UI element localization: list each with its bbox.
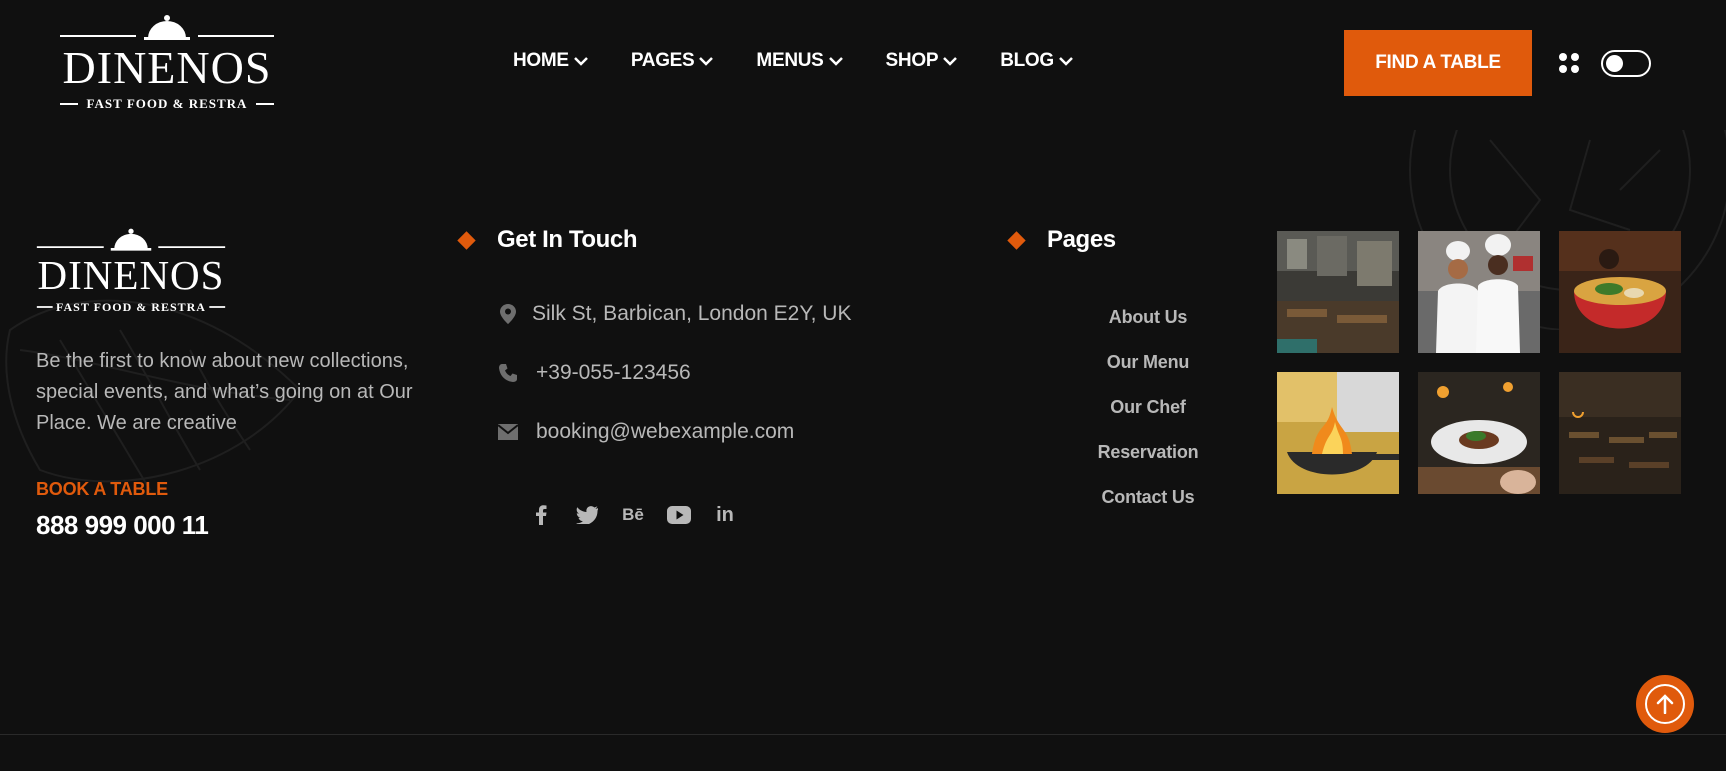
nav-label: HOME <box>513 50 569 71</box>
toggle-knob <box>1606 55 1623 72</box>
scroll-to-top-button[interactable] <box>1636 675 1694 733</box>
contact-email[interactable]: booking@webexample.com <box>498 420 794 444</box>
book-a-table-label[interactable]: BOOK A TABLE <box>36 479 168 500</box>
linkedin-glyph: in <box>716 503 734 526</box>
page-link-contact-us[interactable]: Contact Us <box>1048 482 1248 527</box>
social-links: Bē in <box>518 502 748 528</box>
pages-heading: Pages <box>1007 226 1116 254</box>
contact-heading-label: Get In Touch <box>497 226 638 253</box>
nav-blog[interactable]: BLOG <box>1000 50 1073 72</box>
twitter-icon[interactable] <box>564 502 610 528</box>
footer-brand-logo[interactable]: DINENOS FAST FOOD & RESTRA <box>36 226 226 314</box>
nav-label: PAGES <box>630 50 695 71</box>
gallery-image-plated-dish[interactable] <box>1418 372 1540 494</box>
contact-phone[interactable]: +39-055-123456 <box>498 361 691 385</box>
diamond-bullet-icon <box>1007 230 1026 250</box>
nav-pages[interactable]: PAGES <box>631 50 714 72</box>
brand-name: DINENOS <box>62 42 272 93</box>
nav-home[interactable]: HOME <box>513 50 588 72</box>
facebook-icon[interactable] <box>518 502 564 528</box>
envelope-icon <box>498 422 518 442</box>
arrow-up-icon <box>1645 684 1685 724</box>
contact-heading: Get In Touch <box>457 226 638 254</box>
gallery-image-restaurant-interior[interactable] <box>1277 231 1399 353</box>
phone-icon <box>498 363 518 383</box>
chevron-down-icon <box>1059 57 1073 66</box>
find-a-table-button[interactable]: FIND A TABLE <box>1344 30 1532 96</box>
phone-text: +39-055-123456 <box>536 361 691 384</box>
address-text: Silk St, Barbican, London E2Y, UK <box>532 302 852 325</box>
gallery-image-chefs[interactable] <box>1418 231 1540 353</box>
location-pin-icon <box>498 304 518 324</box>
youtube-icon[interactable] <box>656 502 702 528</box>
footer-phone-number[interactable]: 888 999 000 11 <box>36 510 209 541</box>
page-link-about-us[interactable]: About Us <box>1048 302 1248 347</box>
contact-address: Silk St, Barbican, London E2Y, UK <box>498 302 851 326</box>
chevron-down-icon <box>943 57 958 66</box>
linkedin-icon[interactable]: in <box>702 502 748 528</box>
footer-divider <box>0 734 1726 735</box>
brand-tagline: FAST FOOD & RESTRA <box>56 300 206 314</box>
page-link-our-menu[interactable]: Our Menu <box>1048 347 1248 392</box>
behance-glyph: Bē <box>622 505 644 524</box>
gallery-image-flambe-pan[interactable] <box>1277 372 1399 494</box>
theme-toggle[interactable] <box>1601 50 1651 77</box>
chevron-down-icon <box>699 57 714 66</box>
instagram-gallery <box>1277 231 1681 494</box>
page-link-our-chef[interactable]: Our Chef <box>1048 392 1248 437</box>
footer-about-text: Be the first to know about new collectio… <box>36 350 413 434</box>
chevron-down-icon <box>573 57 588 66</box>
page-link-reservation[interactable]: Reservation <box>1048 437 1248 482</box>
site-header: DINENOS FAST FOOD & RESTRA HOME PAGES ME… <box>0 0 1726 128</box>
chevron-down-icon <box>828 57 843 66</box>
nav-label: BLOG <box>1000 50 1054 71</box>
brand-name: DINENOS <box>37 252 225 298</box>
pages-heading-label: Pages <box>1047 226 1116 253</box>
email-text: booking@webexample.com <box>536 420 795 443</box>
behance-icon[interactable]: Bē <box>610 502 656 528</box>
pages-link-list: About Us Our Menu Our Chef Reservation C… <box>1048 302 1248 527</box>
nav-label: SHOP <box>885 50 939 71</box>
nav-shop[interactable]: SHOP <box>886 50 958 72</box>
main-nav: HOME PAGES MENUS SHOP BLOG <box>513 50 1116 72</box>
grid-dots-icon[interactable] <box>1558 52 1580 74</box>
brand-logo[interactable]: DINENOS FAST FOOD & RESTRA <box>60 12 274 112</box>
gallery-image-dining-hall[interactable] <box>1559 372 1681 494</box>
brand-tagline: FAST FOOD & RESTRA <box>86 96 248 111</box>
nav-menus[interactable]: MENUS <box>756 50 843 72</box>
diamond-bullet-icon <box>457 230 476 250</box>
nav-label: MENUS <box>756 50 824 71</box>
gallery-image-ramen-bowl[interactable] <box>1559 231 1681 353</box>
